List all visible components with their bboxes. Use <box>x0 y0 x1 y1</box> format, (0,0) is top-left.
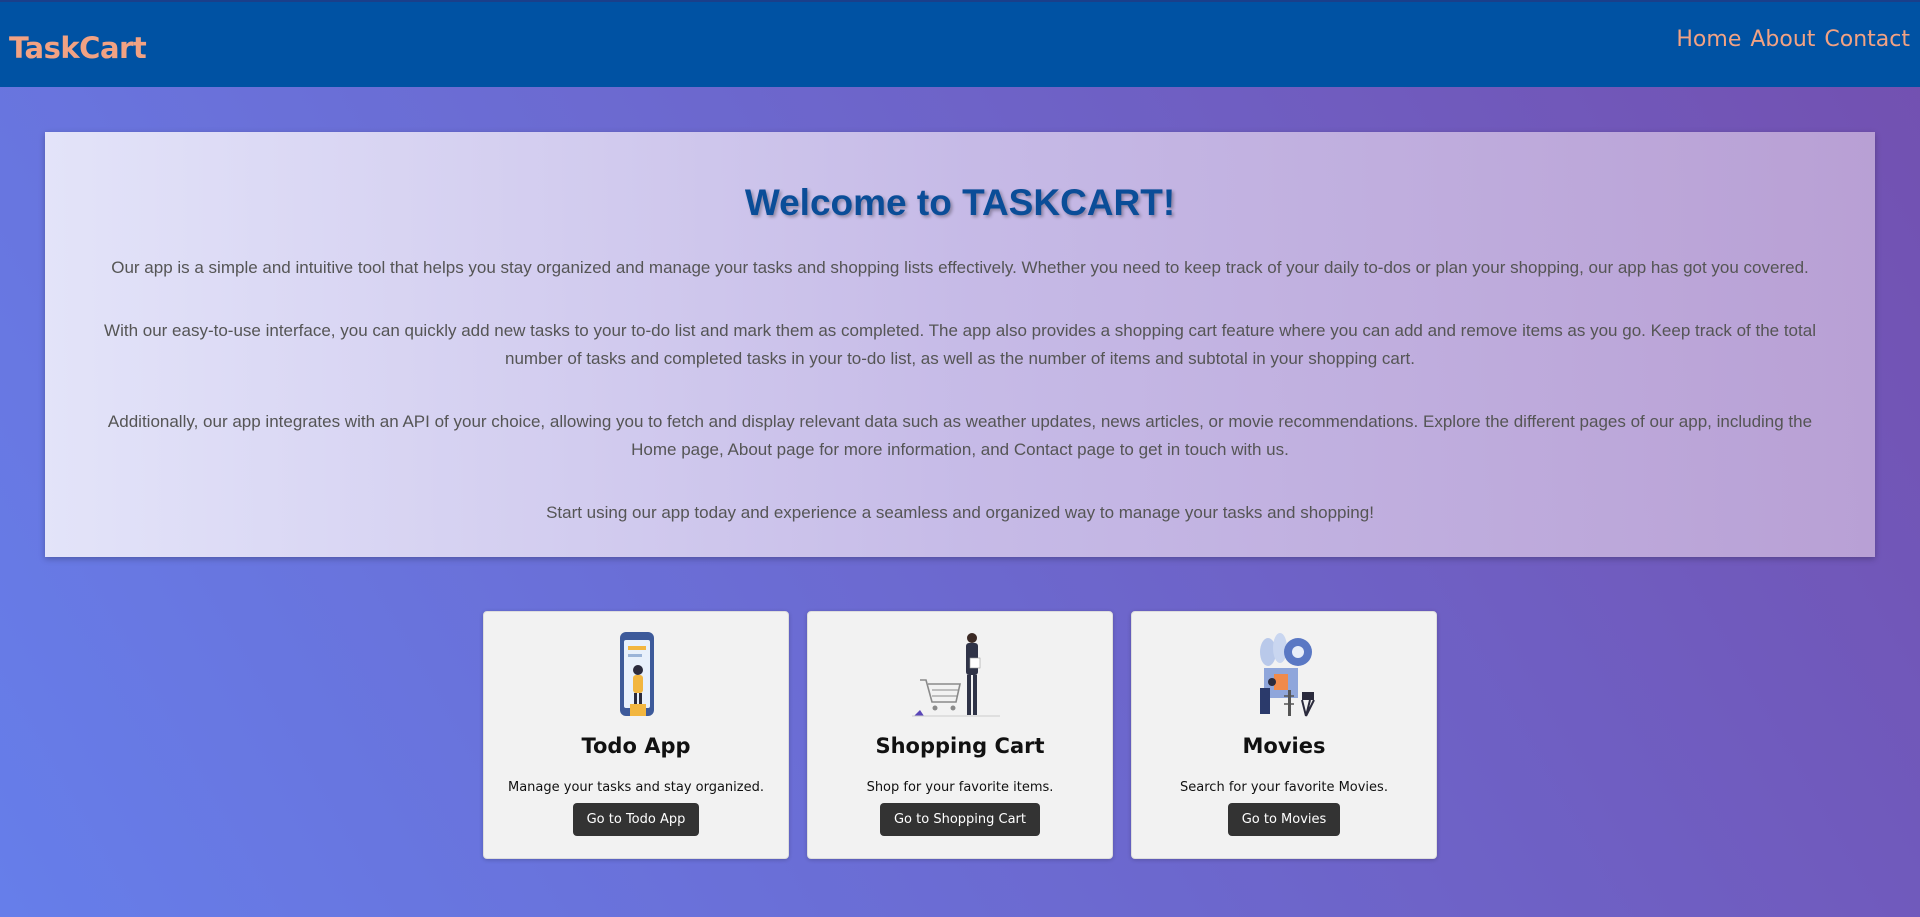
nav-link-contact[interactable]: Contact <box>1824 27 1910 52</box>
brand-logo[interactable]: TaskCart <box>9 31 147 65</box>
card-description: Shop for your favorite items. <box>866 780 1054 795</box>
go-to-movies-button[interactable]: Go to Movies <box>1227 803 1341 836</box>
nav-link-home[interactable]: Home <box>1676 27 1741 52</box>
feature-cards: Todo App Manage your tasks and stay orga… <box>483 611 1437 859</box>
navbar: TaskCart Home About Contact <box>0 0 1920 87</box>
go-to-todo-button[interactable]: Go to Todo App <box>572 803 700 836</box>
welcome-title: Welcome to TASKCART! <box>744 182 1176 223</box>
card-movies: Movies Search for your favorite Movies. … <box>1131 611 1437 859</box>
welcome-paragraph: Start using our app today and experience… <box>546 503 1374 522</box>
card-title: Movies <box>1242 734 1326 758</box>
welcome-paragraph: Our app is a simple and intuitive tool t… <box>111 258 1809 277</box>
welcome-paragraph: Additionally, our app integrates with an… <box>107 412 1813 459</box>
card-description: Manage your tasks and stay organized. <box>507 780 764 795</box>
card-shopping-cart: Shopping Cart Shop for your favorite ite… <box>807 611 1113 859</box>
nav-links: Home About Contact <box>1676 27 1910 52</box>
nav-link-about[interactable]: About <box>1750 27 1815 52</box>
card-todo: Todo App Manage your tasks and stay orga… <box>483 611 789 859</box>
welcome-paragraph: With our easy-to-use interface, you can … <box>104 321 1816 368</box>
movies-illustration-icon <box>1260 633 1315 717</box>
go-to-shopping-cart-button[interactable]: Go to Shopping Cart <box>879 803 1040 836</box>
card-title: Shopping Cart <box>875 734 1045 758</box>
card-description: Search for your favorite Movies. <box>1180 780 1388 795</box>
welcome-panel: Welcome to TASKCART! Our app is a simple… <box>45 132 1875 557</box>
shopping-cart-illustration-icon <box>912 633 1000 717</box>
todo-illustration-icon <box>620 632 654 716</box>
card-title: Todo App <box>581 734 691 758</box>
